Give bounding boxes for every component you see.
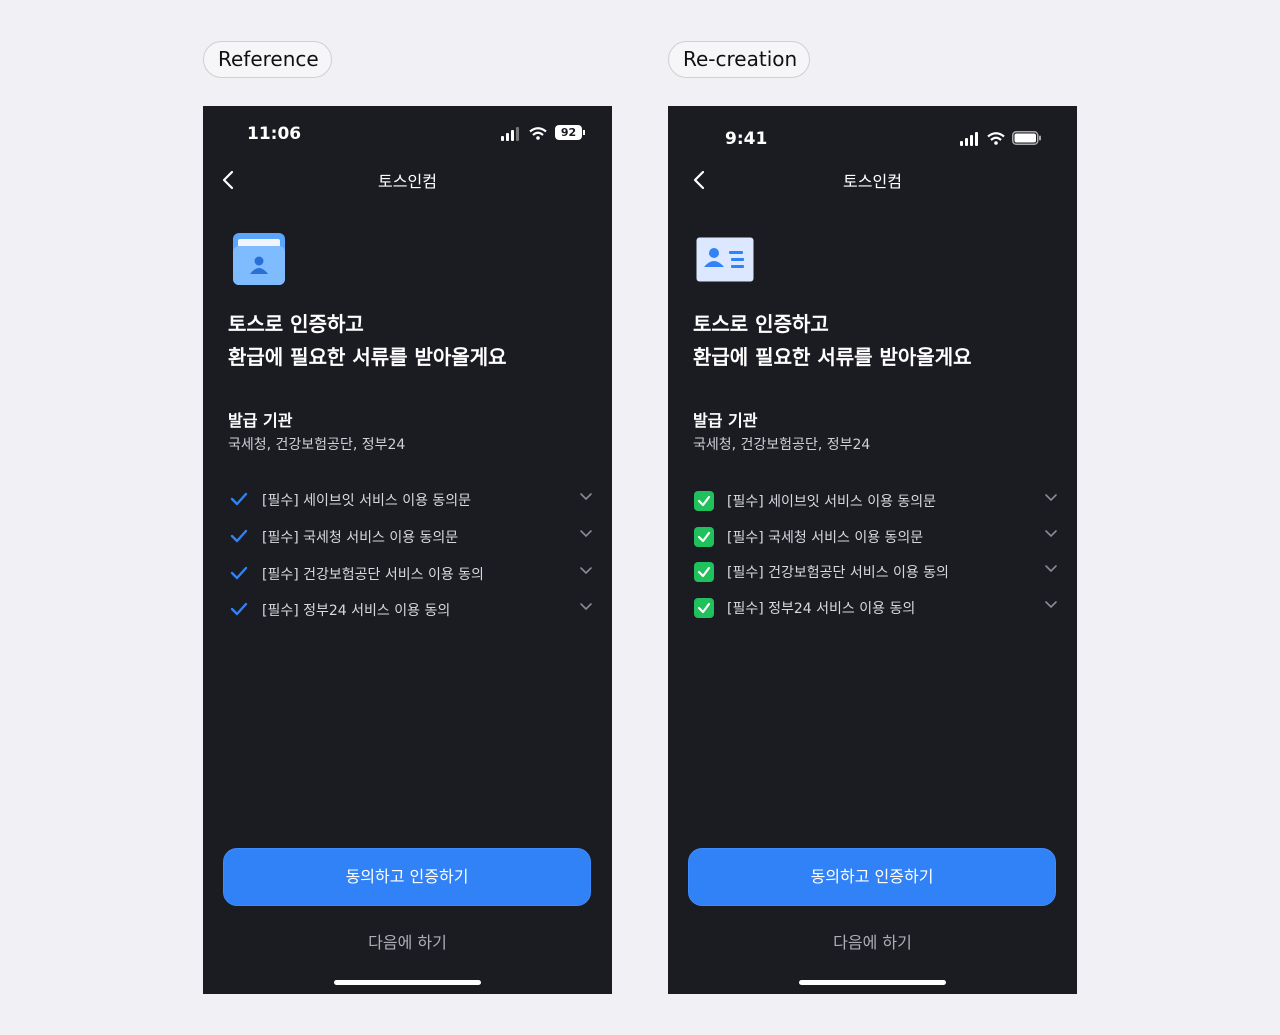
agreement-label: [필수] 국세청 서비스 이용 동의문 (727, 530, 924, 546)
home-indicator (799, 980, 946, 985)
checkbox-checked-icon[interactable] (694, 598, 714, 618)
checkbox-checked-icon[interactable] (694, 562, 714, 582)
home-indicator (334, 980, 481, 985)
signal-icon (960, 132, 978, 146)
checkbox-checked-icon[interactable] (694, 491, 714, 511)
id-card-icon (696, 237, 754, 282)
agreement-label: [필수] 정부24 서비스 이용 동의 (727, 601, 916, 617)
issuer-desc: 국세청, 건강보험공단, 정부24 (693, 437, 871, 453)
agreement-label: [필수] 건강보험공단 서비스 이용 동의 (727, 565, 949, 581)
checkmark-icon (230, 492, 248, 506)
recreation-label: Re-creation (668, 41, 810, 78)
heading-line-1: 토스로 인증하고 (228, 312, 364, 336)
signal-icon (501, 127, 519, 141)
checkmark-icon (230, 529, 248, 543)
chevron-down-icon[interactable] (1044, 493, 1058, 503)
battery-icon (1012, 131, 1041, 145)
checkmark-icon (230, 602, 248, 616)
issuer-title: 발급 기관 (228, 411, 293, 430)
reference-label: Reference (203, 41, 332, 78)
document-folder-icon (233, 233, 285, 285)
agree-and-verify-button[interactable]: 동의하고 인증하기 (688, 848, 1056, 906)
agreement-item[interactable]: [필수] 건강보험공단 서비스 이용 동의 (229, 561, 593, 587)
agreement-label: [필수] 국세청 서비스 이용 동의문 (262, 530, 459, 546)
later-button[interactable]: 다음에 하기 (668, 929, 1077, 953)
battery-icon: 92 (555, 125, 582, 140)
chevron-down-icon[interactable] (579, 602, 593, 612)
page-heading: 토스로 인증하고 환급에 필요한 서류를 받아올게요 (228, 308, 507, 374)
agreement-label: [필수] 건강보험공단 서비스 이용 동의 (262, 567, 484, 583)
agree-and-verify-button[interactable]: 동의하고 인증하기 (223, 848, 591, 906)
chevron-down-icon[interactable] (579, 492, 593, 502)
agreement-item[interactable]: [필수] 국세청 서비스 이용 동의문 (229, 524, 593, 550)
issuer-desc: 국세청, 건강보험공단, 정부24 (228, 437, 406, 453)
reference-phone-screen: 11:06 92 토스인컴 토스로 인증하고 환급에 필요한 서류를 받아올게요… (203, 106, 612, 994)
wifi-icon (529, 127, 547, 140)
chevron-down-icon[interactable] (1044, 600, 1058, 610)
later-button[interactable]: 다음에 하기 (203, 929, 612, 953)
status-time: 9:41 (725, 129, 768, 149)
agreement-item[interactable]: [필수] 세이브잇 서비스 이용 동의문 (694, 488, 1058, 514)
recreation-phone-screen: 9:41 토스인컴 토스로 인증하고 환급에 필요한 서류를 받아올게요 발급 … (668, 106, 1077, 994)
page-heading: 토스로 인증하고 환급에 필요한 서류를 받아올게요 (693, 308, 972, 374)
heading-line-2: 환급에 필요한 서류를 받아올게요 (693, 345, 972, 369)
issuer-title: 발급 기관 (693, 411, 758, 430)
checkmark-icon (230, 566, 248, 580)
nav-title: 토스인컴 (378, 172, 437, 191)
heading-line-2: 환급에 필요한 서류를 받아올게요 (228, 345, 507, 369)
agreement-item[interactable]: [필수] 세이브잇 서비스 이용 동의문 (229, 487, 593, 513)
checkbox-checked-icon[interactable] (694, 527, 714, 547)
battery-tip (583, 130, 585, 135)
agreement-item[interactable]: [필수] 정부24 서비스 이용 동의 (229, 597, 593, 623)
chevron-down-icon[interactable] (1044, 529, 1058, 539)
agreement-item[interactable]: [필수] 건강보험공단 서비스 이용 동의 (694, 559, 1058, 585)
agreement-label: [필수] 정부24 서비스 이용 동의 (262, 603, 451, 619)
agreement-item[interactable]: [필수] 국세청 서비스 이용 동의문 (694, 524, 1058, 550)
agreement-label: [필수] 세이브잇 서비스 이용 동의문 (262, 493, 472, 509)
wifi-icon (987, 132, 1005, 145)
nav-title: 토스인컴 (843, 172, 902, 191)
chevron-down-icon[interactable] (579, 566, 593, 576)
agreement-label: [필수] 세이브잇 서비스 이용 동의문 (727, 494, 937, 510)
chevron-down-icon[interactable] (1044, 564, 1058, 574)
heading-line-1: 토스로 인증하고 (693, 312, 829, 336)
agreement-item[interactable]: [필수] 정부24 서비스 이용 동의 (694, 595, 1058, 621)
chevron-down-icon[interactable] (579, 529, 593, 539)
status-time: 11:06 (247, 124, 302, 144)
